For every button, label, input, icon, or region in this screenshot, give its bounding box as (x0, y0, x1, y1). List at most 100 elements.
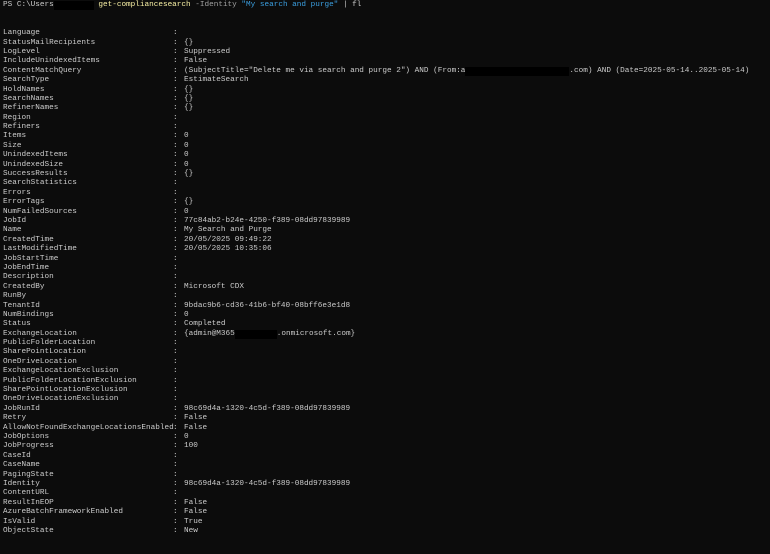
property-key: Size (3, 141, 22, 150)
separator: : (173, 29, 178, 38)
property-row: CreatedBy: Microsoft CDX (3, 283, 770, 292)
separator: : (173, 85, 178, 94)
property-key: ExchangeLocation (3, 329, 77, 338)
property-row: SharePointLocationExclusion: (3, 386, 770, 395)
separator: : (173, 442, 178, 451)
property-key: SharePointLocationExclusion (3, 386, 128, 395)
command-name: get-compliancesearch (98, 1, 191, 9)
property-value: True (184, 517, 203, 526)
property-row: PagingState: (3, 471, 770, 480)
property-key: SearchStatistics (3, 179, 77, 188)
property-key: SearchNames (3, 94, 54, 103)
property-value: {} (184, 38, 194, 47)
separator: : (173, 470, 178, 479)
separator: : (173, 348, 178, 357)
property-key: ObjectState (3, 526, 54, 535)
property-row: Language: (3, 29, 770, 38)
property-key: ErrorTags (3, 198, 45, 207)
property-value-suffix: .com) AND (Date=2025-05-14..2025-05-14) (569, 66, 750, 75)
separator: : (173, 386, 178, 395)
separator: : (173, 339, 178, 348)
property-value: 98c69d4a-1320-4c5d-f389-08dd97839989 (184, 479, 351, 488)
separator: : (173, 141, 178, 150)
command-parameter: -Identity (195, 1, 237, 9)
property-value: Microsoft CDX (184, 282, 244, 291)
property-key: UnindexedSize (3, 160, 63, 169)
property-key: HoldNames (3, 85, 45, 94)
property-key: Errors (3, 188, 31, 197)
property-row: Refiners: (3, 123, 770, 132)
property-row: Region: (3, 114, 770, 123)
separator: : (173, 292, 178, 301)
property-key: RefinerNames (3, 104, 59, 113)
property-value: 20/05/2025 09:49:22 (184, 235, 272, 244)
property-key: ContentMatchQuery (3, 66, 82, 75)
property-row: IsValid: True (3, 518, 770, 527)
property-key: ResultInEOP (3, 498, 54, 507)
property-row: LogLevel: Suppressed (3, 48, 770, 57)
property-value: False (184, 508, 208, 517)
property-value: 0 (184, 132, 189, 141)
property-row: CaseId: (3, 452, 770, 461)
property-row: JobProgress:100 (3, 442, 770, 451)
property-row: Errors: (3, 189, 770, 198)
property-value: New (184, 526, 198, 535)
terminal-output[interactable]: PS C:\Users get-compliancesearch -Identi… (3, 1, 770, 536)
property-row: ContentMatchQuery: (SubjectTitle="Delete … (3, 66, 770, 76)
property-key: OneDriveLocation (3, 357, 77, 366)
property-row: UnindexedSize:0 (3, 161, 770, 170)
property-row: JobId:77c84ab2-b24e-4250-f389-08dd978399… (3, 217, 770, 226)
property-value: 0 (184, 207, 189, 216)
property-row: OneDriveLocationExclusion: (3, 395, 770, 404)
separator: : (173, 508, 178, 517)
property-key: NumFailedSources (3, 207, 77, 216)
property-row: LastModifiedTime:20/05/2025 10:35:06 (3, 245, 770, 254)
separator: : (173, 160, 178, 169)
property-value: {admin@M365 (184, 329, 235, 338)
property-row: PublicFolderLocation: (3, 339, 770, 348)
property-value: 0 (184, 151, 189, 160)
separator: : (173, 57, 178, 66)
property-row: NumFailedSources:0 (3, 208, 770, 217)
property-row: JobEndTime: (3, 264, 770, 273)
property-key: NumBindings (3, 310, 54, 319)
separator: : (173, 376, 178, 385)
property-row: RefinerNames: {} (3, 104, 770, 113)
property-value: False (184, 414, 208, 423)
property-key: PagingState (3, 470, 54, 479)
separator: : (173, 207, 178, 216)
property-row: ContentURL: (3, 489, 770, 498)
property-key: Identity (3, 479, 40, 488)
property-key: Region (3, 113, 31, 122)
redacted-username (53, 1, 94, 10)
property-key: ContentURL (3, 489, 50, 498)
redacted-block (234, 329, 277, 339)
property-row: SearchNames: {} (3, 95, 770, 104)
property-row: RunBy: (3, 292, 770, 301)
property-key: Name (3, 226, 22, 235)
property-key: JobId (3, 217, 27, 225)
property-row: AllowNotFoundExchangeLocationsEnabled: Fa… (3, 424, 770, 433)
property-row: UnindexedItems:0 (3, 151, 770, 160)
property-key: LastModifiedTime (3, 245, 77, 254)
property-row: Status: Completed (3, 320, 770, 329)
property-row: JobStartTime: (3, 255, 770, 264)
property-value: My Search and Purge (184, 226, 272, 235)
property-key: StatusMailRecipients (3, 38, 96, 47)
property-key: Retry (3, 414, 27, 423)
property-value: 0 (184, 310, 189, 319)
property-value: 9bdac9b6-cd36-41b6-bf40-08bff6e3e1d8 (184, 301, 351, 310)
property-row: StatusMailRecipients: {} (3, 39, 770, 48)
property-row: SearchType: EstimateSearch (3, 76, 770, 85)
property-row: Identity:98c69d4a-1320-4c5d-f389-08dd978… (3, 480, 770, 489)
property-value: Completed (184, 320, 226, 329)
property-row: HoldNames: {} (3, 86, 770, 95)
separator: : (173, 132, 178, 141)
property-row: IncludeUnindexedItems: False (3, 57, 770, 66)
property-row: CreatedTime:20/05/2025 09:49:22 (3, 236, 770, 245)
property-value: {} (184, 198, 194, 207)
property-key: JobStartTime (3, 254, 59, 263)
property-row: JobOptions:0 (3, 433, 770, 442)
property-key: JobOptions (3, 432, 50, 441)
separator: : (173, 254, 178, 263)
